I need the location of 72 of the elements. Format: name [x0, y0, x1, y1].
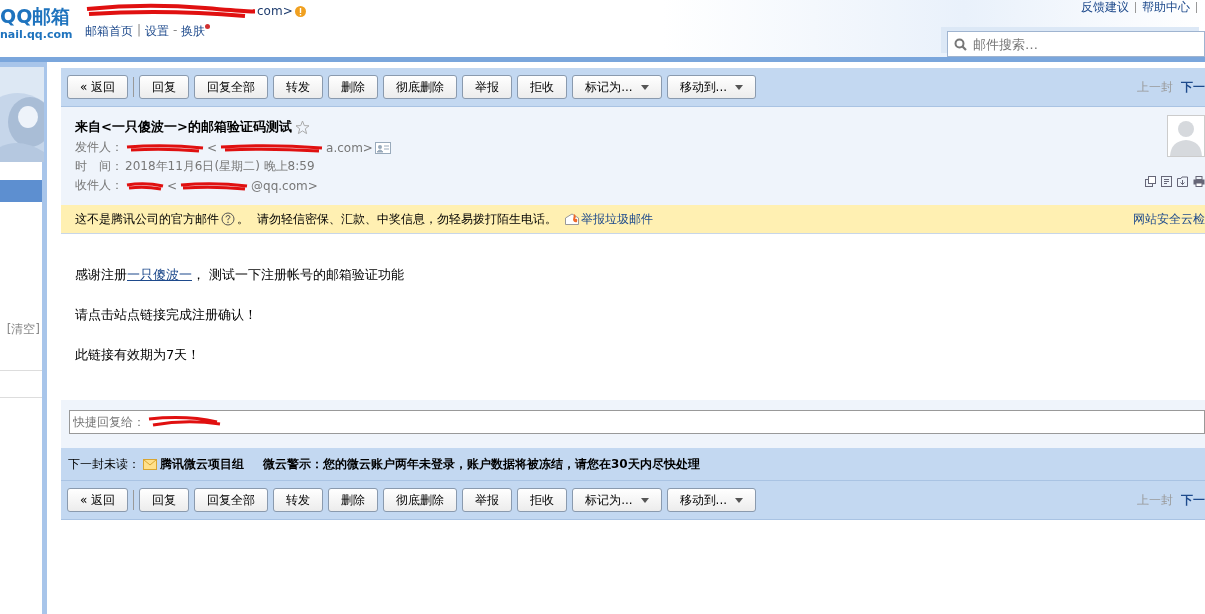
nav-link[interactable]: 邮箱首页 [85, 23, 133, 40]
dropdown-button[interactable]: 移动到... [666, 488, 757, 512]
next-unread-sender[interactable]: 腾讯微云项目组 [160, 455, 244, 473]
body-link[interactable]: 一只傻波一 [127, 267, 192, 282]
nav-link[interactable]: 设置 [145, 23, 170, 40]
logo-text[interactable]: QQ邮箱 [0, 4, 78, 28]
account-address: com> [257, 4, 293, 18]
envelope-icon [143, 458, 157, 470]
nav-separator: | [137, 23, 142, 37]
sender-address-open: < [207, 140, 218, 155]
caret-icon [640, 497, 649, 503]
caret-icon [640, 84, 649, 90]
top-link[interactable]: 帮助中心 [1142, 0, 1190, 16]
toolbar-button[interactable]: 转发 [273, 75, 324, 99]
toolbar-button[interactable]: 彻底删除 [383, 488, 458, 512]
dropdown-button[interactable]: 标记为... [572, 488, 662, 512]
search-icon [954, 37, 967, 51]
recipient-label: 收件人： [75, 177, 123, 194]
next-link[interactable]: 下一 [1181, 491, 1205, 509]
dropdown-button[interactable]: 移动到... [666, 75, 757, 99]
toolbar-button[interactable]: 举报 [462, 488, 513, 512]
toolbar-button[interactable]: 拒收 [517, 488, 568, 512]
sender-address: a.com> [326, 140, 373, 155]
star-icon[interactable] [294, 119, 310, 135]
body-paragraph: 此链接有效期为7天！ [75, 346, 202, 364]
new-window-icon[interactable] [1145, 176, 1156, 187]
recipient-address-open: < [167, 178, 178, 193]
toolbar-button[interactable]: 回复全部 [194, 488, 269, 512]
toolbar-button[interactable]: 拒收 [517, 75, 568, 99]
nav-separator: - [173, 23, 178, 37]
document-icon[interactable] [1161, 176, 1172, 187]
mail-time: 2018年11月6日(星期二) 晚上8:59 [125, 158, 315, 175]
toolbar-button[interactable]: « 返回 [67, 75, 129, 99]
caret-icon [735, 497, 744, 503]
toolbar-button[interactable]: 回复 [139, 75, 190, 99]
site-security-link[interactable]: 网站安全云检 [1133, 210, 1205, 228]
dropdown-button[interactable]: 标记为... [572, 75, 662, 99]
toolbar-button[interactable]: 彻底删除 [383, 75, 458, 99]
next-unread-subject[interactable]: 微云警示：您的微云账户两年未登录，账户数据将被冻结，请您在30天内尽快处理 [263, 455, 700, 473]
toolbar-button[interactable]: 回复全部 [194, 75, 269, 99]
logo-domain: nail.qq.com [0, 28, 74, 41]
time-label: 时 间： [75, 158, 123, 175]
quick-reply-field[interactable]: 快捷回复给： [69, 410, 1205, 434]
toolbar-button[interactable]: 删除 [328, 75, 379, 99]
toolbar-button[interactable]: 转发 [273, 488, 324, 512]
next-unread-label: 下一封未读： [68, 455, 140, 473]
top-link[interactable]: 反馈建议 [1081, 0, 1129, 16]
notification-dot [205, 24, 211, 29]
body-paragraph: 感谢注册一只傻波一， 测试一下注册帐号的邮箱验证功能 [75, 266, 406, 284]
toolbar-button[interactable]: 举报 [462, 75, 513, 99]
report-spam-link[interactable]: 举报垃圾邮件 [580, 210, 653, 228]
redaction-scribble [125, 180, 165, 191]
toolbar-button[interactable]: « 返回 [67, 488, 129, 512]
redaction-scribble [179, 180, 250, 191]
report-icon [564, 213, 579, 225]
next-link[interactable]: 下一 [1181, 78, 1205, 96]
toolbar-button[interactable]: 删除 [328, 488, 379, 512]
caret-icon [735, 84, 744, 90]
download-icon[interactable] [1177, 176, 1188, 187]
recipient-address: @qq.com> [251, 178, 318, 193]
help-icon[interactable] [221, 212, 235, 226]
toolbar-button[interactable]: 回复 [139, 488, 190, 512]
print-icon[interactable] [1193, 176, 1205, 187]
nav-link[interactable]: 换肤 [181, 23, 206, 40]
sender-label: 发件人： [75, 139, 123, 156]
warning-text: 这不是腾讯公司的官方邮件 [75, 210, 219, 228]
avatar-icon [1167, 115, 1205, 157]
warning-tip: 。 请勿轻信密保、汇款、中奖信息，勿轻易拨打陌生电话。 [237, 210, 557, 228]
mail-subject: 来自<一只傻波一>的邮箱验证码测试 [75, 118, 292, 136]
warning-badge-icon [294, 5, 306, 17]
clear-link[interactable]: [清空] [6, 322, 40, 336]
body-paragraph: 请点击站点链接完成注册确认！ [75, 306, 258, 324]
